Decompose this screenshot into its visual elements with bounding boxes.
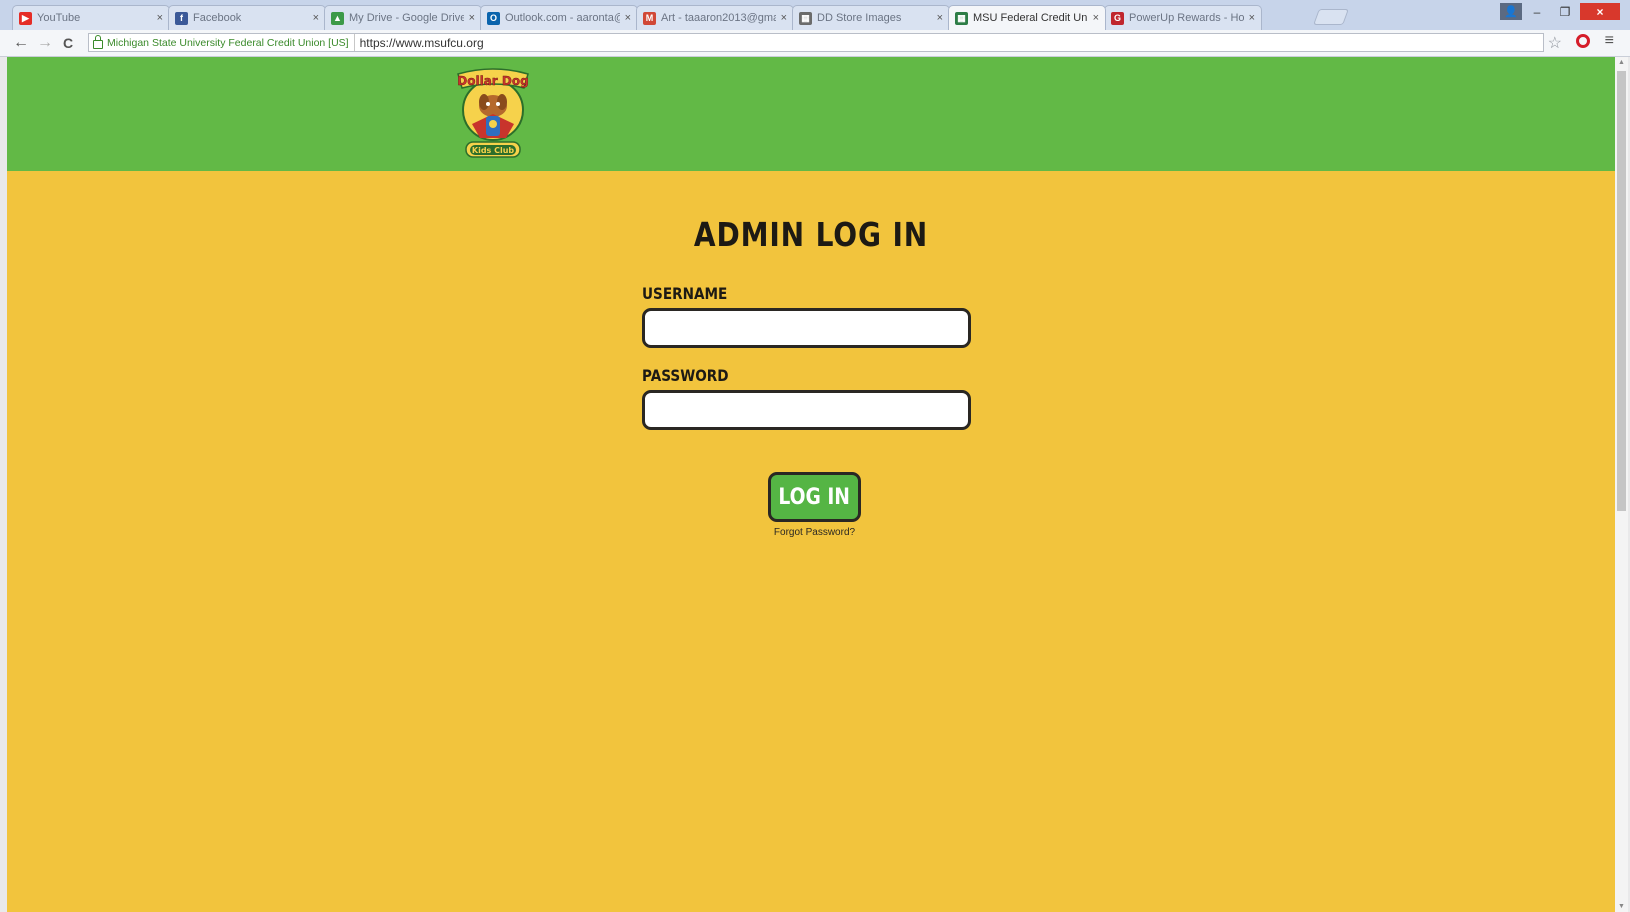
browser-tab[interactable]: ▶ YouTube × [12, 5, 170, 30]
page-title: ADMIN LOG IN [693, 215, 929, 254]
tab-close-icon[interactable]: × [1249, 12, 1255, 24]
dd-store-icon: ▦ [799, 11, 812, 25]
forgot-password-link[interactable]: Forgot Password? [762, 527, 867, 538]
logo-top-text: Dollar Dog [457, 74, 528, 88]
url-text[interactable]: https://www.msufcu.org [355, 36, 484, 50]
address-bar[interactable]: Michigan State University Federal Credit… [88, 33, 1544, 52]
tab-close-icon[interactable]: × [781, 12, 787, 24]
msufcu-icon: ▦ [955, 11, 968, 25]
login-button-label: LOG IN [778, 484, 851, 510]
gmail-icon: M [643, 11, 656, 25]
scroll-down-arrow-icon[interactable]: ▼ [1618, 903, 1625, 910]
username-input[interactable] [642, 308, 971, 348]
tab-title: Art - taaaron2013@gmai [661, 12, 776, 24]
tab-title: DD Store Images [817, 12, 902, 24]
dollar-dog-kids-club-logo[interactable]: Dollar Dog Kids Club [454, 66, 532, 162]
site-header: Dollar Dog Kids Club [7, 57, 1615, 171]
facebook-icon: f [175, 11, 188, 25]
browser-tab[interactable]: G PowerUp Rewards - Home × [1104, 5, 1262, 30]
tab-close-icon[interactable]: × [469, 12, 475, 24]
browser-tab-bar: ▶ YouTube × f Facebook × ▲ My Drive - Google Dr… [0, 0, 1630, 30]
browser-tab[interactable]: M Art - taaaron2013@gmai × [636, 5, 794, 30]
tab-title: My Drive - Google Drive [349, 12, 464, 24]
logo-badge-text: Kids Club [472, 146, 515, 155]
browser-tab[interactable]: ▦ DD Store Images × [792, 5, 950, 30]
ev-organization-name: Michigan State University Federal Credit… [107, 36, 349, 49]
reload-button[interactable]: C [63, 34, 73, 52]
tab-title: MSU Federal Credit Union [973, 12, 1088, 24]
close-window-button[interactable]: × [1580, 3, 1620, 20]
back-button[interactable]: ← [13, 34, 29, 52]
forward-button[interactable]: → [37, 34, 53, 52]
ev-certificate-badge[interactable]: Michigan State University Federal Credit… [89, 34, 355, 51]
google-drive-icon: ▲ [331, 11, 344, 25]
browser-tab[interactable]: ▲ My Drive - Google Drive × [324, 5, 482, 30]
tab-title: Outlook.com - aaronta@ [505, 12, 620, 24]
tab-title: Facebook [193, 12, 242, 24]
browser-tab[interactable]: ▦ MSU Federal Credit Union × [948, 5, 1106, 30]
tab-close-icon[interactable]: × [937, 12, 943, 24]
tab-close-icon[interactable]: × [313, 12, 319, 24]
browser-tab[interactable]: f Facebook × [168, 5, 326, 30]
page-scrollbar[interactable]: ▲ ▼ [1615, 57, 1628, 912]
window-controls: 👤 – ❐ × [1500, 3, 1620, 20]
scroll-up-arrow-icon[interactable]: ▲ [1618, 59, 1625, 66]
tab-close-icon[interactable]: × [1093, 12, 1099, 24]
tab-close-icon[interactable]: × [625, 12, 631, 24]
login-button[interactable]: LOG IN [768, 472, 861, 522]
page-viewport: Dollar Dog Kids Club ADMIN LOG IN USERNA… [7, 57, 1615, 912]
gamestop-icon: G [1111, 11, 1124, 25]
user-profile-icon[interactable]: 👤 [1500, 3, 1522, 20]
password-input[interactable] [642, 390, 971, 430]
new-tab-button[interactable] [1313, 9, 1349, 25]
outlook-icon: O [487, 11, 500, 25]
bookmark-star-icon[interactable]: ☆ [1548, 33, 1562, 53]
minimize-button[interactable]: – [1524, 3, 1550, 20]
opera-extension-icon[interactable] [1576, 34, 1590, 48]
lock-icon [93, 35, 103, 49]
browser-menu-icon[interactable]: ≡ [1605, 32, 1614, 50]
username-label: USERNAME [642, 284, 728, 303]
tab-close-icon[interactable]: × [157, 12, 163, 24]
tab-title: YouTube [37, 12, 81, 24]
youtube-icon: ▶ [19, 11, 32, 25]
password-label: PASSWORD [642, 366, 729, 385]
scroll-thumb[interactable] [1617, 71, 1626, 511]
browser-toolbar: ← → C Michigan State University Federal … [0, 30, 1630, 57]
browser-tab[interactable]: O Outlook.com - aaronta@ × [480, 5, 638, 30]
restore-button[interactable]: ❐ [1552, 3, 1578, 20]
tab-title: PowerUp Rewards - Home [1129, 12, 1244, 24]
